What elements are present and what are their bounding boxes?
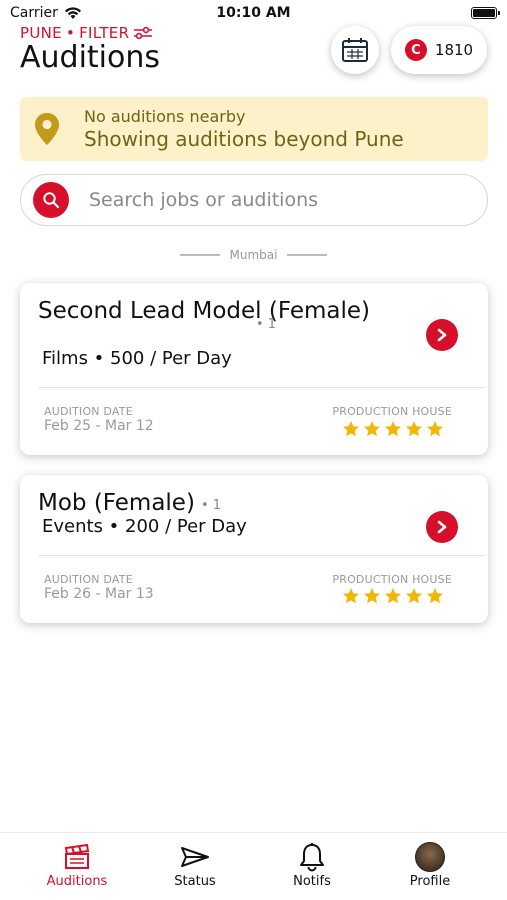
tab-label: Notifs [293, 874, 331, 889]
divider-line [287, 254, 328, 256]
clock: 10:10 AM [216, 5, 291, 21]
search-button[interactable] [33, 182, 69, 218]
banner-text: No auditions nearby Showing auditions be… [84, 107, 404, 151]
tab-label: Status [174, 874, 216, 889]
star-icon [427, 421, 443, 437]
audition-date-value: Feb 26 - Mar 13 [44, 586, 154, 602]
audition-title: Second Lead Model (Female) [38, 298, 370, 324]
star-icon [427, 588, 443, 604]
audition-category-pay: Events • 200 / Per Day [42, 516, 247, 537]
audition-count: • 1 [200, 498, 222, 513]
battery-icon [471, 7, 500, 19]
avatar [415, 842, 445, 872]
battery-level [473, 9, 495, 17]
tab-label: Auditions [46, 874, 108, 889]
banner-subtitle: Showing auditions beyond Pune [84, 127, 404, 151]
coin-icon: C [404, 39, 427, 61]
avatar-container [414, 841, 446, 873]
star-icon [343, 588, 359, 604]
card-divider [38, 555, 484, 556]
calendar-icon [342, 38, 368, 62]
tab-bar: Auditions Status Notifs Profile [0, 832, 507, 900]
audition-category-pay: Films • 500 / Per Day [42, 348, 232, 369]
card-title-row: Second Lead Model (Female) [38, 299, 418, 323]
open-audition-button[interactable] [426, 319, 458, 351]
coins-button[interactable]: C 1810 [391, 26, 487, 74]
star-icon [406, 421, 422, 437]
audition-date-label: AUDITION DATE [44, 405, 133, 418]
card-title-row: Mob (Female) • 1 [38, 491, 418, 515]
chevron-right-icon [437, 520, 447, 534]
bell-icon [296, 841, 328, 873]
tab-status[interactable]: Status [150, 841, 240, 889]
star-icon [385, 421, 401, 437]
star-icon [364, 588, 380, 604]
tab-label: Profile [409, 874, 451, 889]
audition-count: • 1 [256, 317, 277, 332]
audition-card[interactable]: Mob (Female) • 1 Events • 200 / Per Day A… [20, 475, 488, 623]
production-house-label: PRODUCTION HOUSE [332, 405, 452, 418]
star-icon [364, 421, 380, 437]
city-name: Mumbai [229, 248, 278, 262]
clapperboard-icon [61, 841, 93, 873]
calendar-button[interactable] [331, 26, 379, 74]
production-house-label: PRODUCTION HOUSE [332, 573, 452, 586]
audition-date-value: Feb 25 - Mar 12 [44, 418, 154, 434]
city-section-header: Mumbai [0, 248, 507, 262]
search-bar[interactable] [20, 174, 488, 226]
star-icon [406, 588, 422, 604]
paper-plane-icon [179, 841, 211, 873]
search-input[interactable] [89, 189, 469, 211]
divider-line [179, 254, 220, 256]
audition-title: Mob (Female) [38, 490, 195, 516]
screen: Carrier 10:10 AM PUNE • FILTER Auditions [0, 0, 507, 900]
banner-title: No auditions nearby [84, 107, 246, 126]
tab-notifs[interactable]: Notifs [267, 841, 357, 889]
star-icon [385, 588, 401, 604]
star-icon [343, 421, 359, 437]
card-divider [38, 387, 484, 388]
no-auditions-banner: No auditions nearby Showing auditions be… [20, 97, 488, 161]
production-house-rating [342, 420, 444, 438]
audition-date-label: AUDITION DATE [44, 573, 133, 586]
filter-sliders-icon[interactable] [133, 26, 153, 40]
header: PUNE • FILTER Auditions C 1810 [20, 24, 487, 84]
search-icon [43, 192, 60, 209]
location-pin-icon [35, 113, 59, 145]
production-house-rating [342, 587, 444, 605]
open-audition-button[interactable] [426, 511, 458, 543]
tab-auditions[interactable]: Auditions [32, 841, 122, 889]
tab-profile[interactable]: Profile [385, 841, 475, 889]
chevron-right-icon [437, 328, 447, 342]
audition-card[interactable]: Second Lead Model (Female) • 1 Films • 5… [20, 283, 488, 455]
coin-count: 1810 [434, 41, 474, 59]
